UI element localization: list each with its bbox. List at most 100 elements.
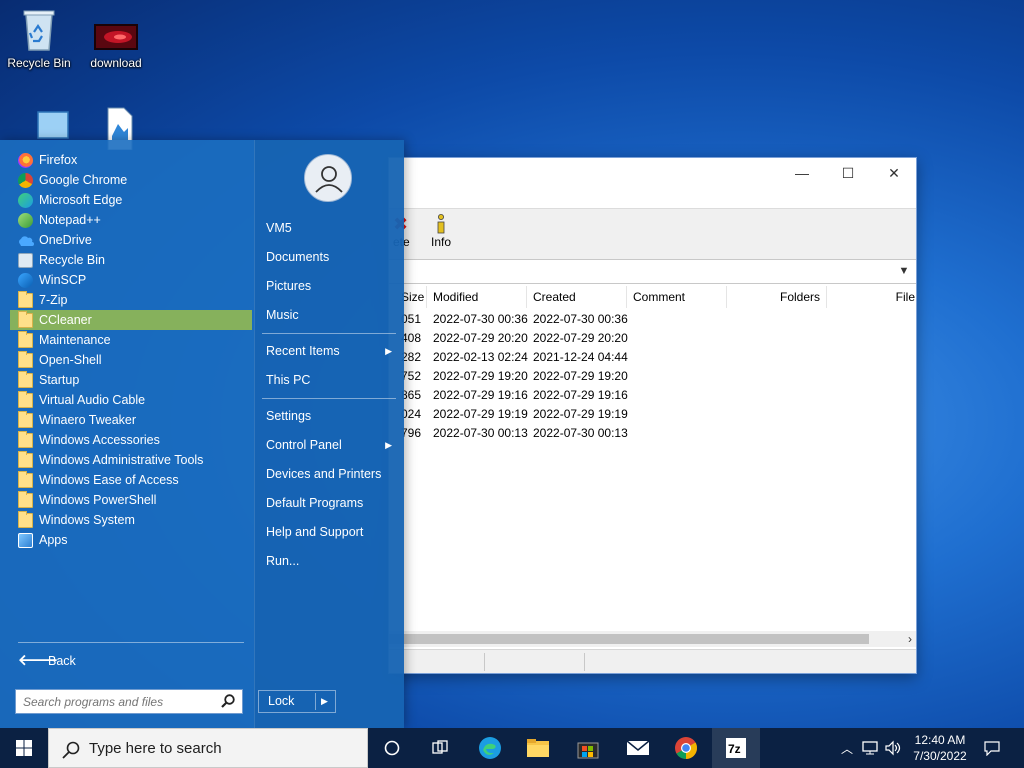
start-search-input[interactable] xyxy=(16,690,206,713)
store-icon[interactable] xyxy=(564,728,612,768)
cell-modified: 2022-07-30 00:13 xyxy=(433,426,528,440)
program-item-label: Windows PowerShell xyxy=(39,493,157,507)
program-item[interactable]: Recycle Bin xyxy=(10,250,252,270)
desktop-icon-recycle-bin[interactable]: Recycle Bin xyxy=(1,8,77,70)
program-item[interactable]: Maintenance xyxy=(10,330,252,350)
cell-created: 2022-07-30 00:13 xyxy=(533,426,628,440)
mail-icon[interactable] xyxy=(614,728,662,768)
program-item[interactable]: WinSCP xyxy=(10,270,252,290)
cortana-icon[interactable] xyxy=(368,728,416,768)
menu-item-music[interactable]: Music xyxy=(266,304,394,326)
program-item-label: CCleaner xyxy=(39,313,92,327)
column-comment[interactable]: Comment xyxy=(627,286,727,308)
divider xyxy=(315,693,316,710)
program-item[interactable]: Windows Ease of Access xyxy=(10,470,252,490)
chrome-icon[interactable] xyxy=(662,728,710,768)
back-button[interactable]: 🡐Back xyxy=(18,651,76,671)
program-item[interactable]: Google Chrome xyxy=(10,170,252,190)
address-bar[interactable]: ▼ xyxy=(389,260,916,284)
table-row[interactable]: 024 2022-07-29 19:19 2022-07-29 19:19 xyxy=(389,405,916,424)
folder-icon xyxy=(18,491,33,508)
program-item-label: Notepad++ xyxy=(39,213,101,227)
start-button[interactable] xyxy=(0,728,48,768)
back-label: Back xyxy=(48,654,76,668)
maximize-button[interactable]: ☐ xyxy=(825,162,871,184)
column-folders[interactable]: Folders xyxy=(727,286,827,308)
file-explorer-icon[interactable] xyxy=(514,728,562,768)
program-item[interactable]: 7-Zip xyxy=(10,290,252,310)
table-row[interactable]: 865 2022-07-29 19:16 2022-07-29 19:16 xyxy=(389,386,916,405)
program-item[interactable]: Open-Shell xyxy=(10,350,252,370)
desktop-icon-download[interactable]: download xyxy=(78,8,154,70)
program-item[interactable]: Windows System xyxy=(10,510,252,530)
show-hidden-icons-chevron-icon[interactable]: ︿ xyxy=(838,728,856,768)
program-item-label: Microsoft Edge xyxy=(39,193,123,207)
program-item-label: Startup xyxy=(39,373,80,387)
table-row[interactable]: 408 2022-07-29 20:20 2022-07-29 20:20 xyxy=(389,329,916,348)
7zip-icon[interactable]: 7z xyxy=(712,728,760,768)
shutdown-options-arrow-icon[interactable]: ▶ xyxy=(321,691,328,712)
video-thumbnail-icon xyxy=(92,8,140,52)
chevron-down-icon[interactable]: ▼ xyxy=(896,262,912,280)
table-row[interactable]: 282 2022-02-13 02:24 2021-12-24 04:44 xyxy=(389,348,916,367)
divider xyxy=(262,333,396,334)
edge-icon[interactable] xyxy=(466,728,514,768)
start-search-box[interactable] xyxy=(15,689,243,714)
program-item[interactable]: Windows Accessories xyxy=(10,430,252,450)
program-item[interactable]: CCleaner xyxy=(10,310,252,330)
horizontal-scrollbar[interactable]: › xyxy=(389,631,916,647)
folder-icon xyxy=(18,431,33,448)
program-item[interactable]: Windows Administrative Tools xyxy=(10,450,252,470)
program-item[interactable]: Virtual Audio Cable xyxy=(10,390,252,410)
lock-button[interactable]: Lock ▶ xyxy=(258,690,336,713)
menu-item-user[interactable]: VM5 xyxy=(266,217,394,239)
program-item[interactable]: Apps xyxy=(10,530,252,550)
column-files[interactable]: File xyxy=(827,286,917,308)
menu-item-default-programs[interactable]: Default Programs xyxy=(266,492,394,514)
menu-item-settings[interactable]: Settings xyxy=(266,405,394,427)
menu-item-documents[interactable]: Documents xyxy=(266,246,394,268)
scrollbar-thumb[interactable] xyxy=(389,634,869,644)
table-row[interactable]: 752 2022-07-29 19:20 2022-07-29 19:20 xyxy=(389,367,916,386)
column-modified[interactable]: Modified xyxy=(427,286,527,308)
network-icon[interactable] xyxy=(858,728,882,768)
notifications-icon[interactable] xyxy=(978,728,1006,768)
program-item[interactable]: Windows PowerShell xyxy=(10,490,252,510)
clock[interactable]: 12:40 AM 7/30/2022 xyxy=(900,732,980,764)
menu-item-help-support[interactable]: Help and Support xyxy=(266,521,394,543)
table-row[interactable]: 796 2022-07-30 00:13 2022-07-30 00:13 xyxy=(389,424,916,443)
list-header: Size Modified Created Comment Folders Fi… xyxy=(389,286,916,308)
menu-item-recent-items[interactable]: Recent Items ▶ xyxy=(266,340,394,362)
control-panel-label: Control Panel xyxy=(266,438,342,452)
recent-items-label: Recent Items xyxy=(266,344,340,358)
menu-item-control-panel[interactable]: Control Panel ▶ xyxy=(266,434,394,456)
status-divider xyxy=(484,653,485,671)
submenu-arrow-icon: ▶ xyxy=(385,346,392,356)
info-label: Info xyxy=(431,235,452,249)
folder-icon xyxy=(18,511,33,528)
folder-icon xyxy=(18,411,33,428)
close-button[interactable]: ✕ xyxy=(871,162,917,184)
minimize-button[interactable]: — xyxy=(779,162,825,184)
menu-item-this-pc[interactable]: This PC xyxy=(266,369,394,391)
menu-item-run[interactable]: Run... xyxy=(266,550,394,572)
divider xyxy=(262,398,396,399)
table-row[interactable]: 051 2022-07-30 00:36 2022-07-30 00:36 xyxy=(389,310,916,329)
program-item[interactable]: Firefox xyxy=(10,150,252,170)
program-item[interactable]: OneDrive xyxy=(10,230,252,250)
menu-item-pictures[interactable]: Pictures xyxy=(266,275,394,297)
program-item[interactable]: Microsoft Edge xyxy=(10,190,252,210)
program-item-label: Windows Accessories xyxy=(39,433,160,447)
program-item[interactable]: Notepad++ xyxy=(10,210,252,230)
taskbar-search-box[interactable]: Type here to search xyxy=(48,728,368,768)
user-avatar[interactable] xyxy=(304,154,352,202)
program-item[interactable]: Winaero Tweaker xyxy=(10,410,252,430)
search-icon[interactable] xyxy=(220,693,236,709)
chevron-right-icon[interactable]: › xyxy=(908,631,912,647)
program-item-label: Winaero Tweaker xyxy=(39,413,137,427)
column-created[interactable]: Created xyxy=(527,286,627,308)
menu-item-devices-printers[interactable]: Devices and Printers xyxy=(266,463,394,485)
info-button[interactable]: Info xyxy=(431,213,451,249)
program-item[interactable]: Startup xyxy=(10,370,252,390)
task-view-icon[interactable] xyxy=(416,728,464,768)
